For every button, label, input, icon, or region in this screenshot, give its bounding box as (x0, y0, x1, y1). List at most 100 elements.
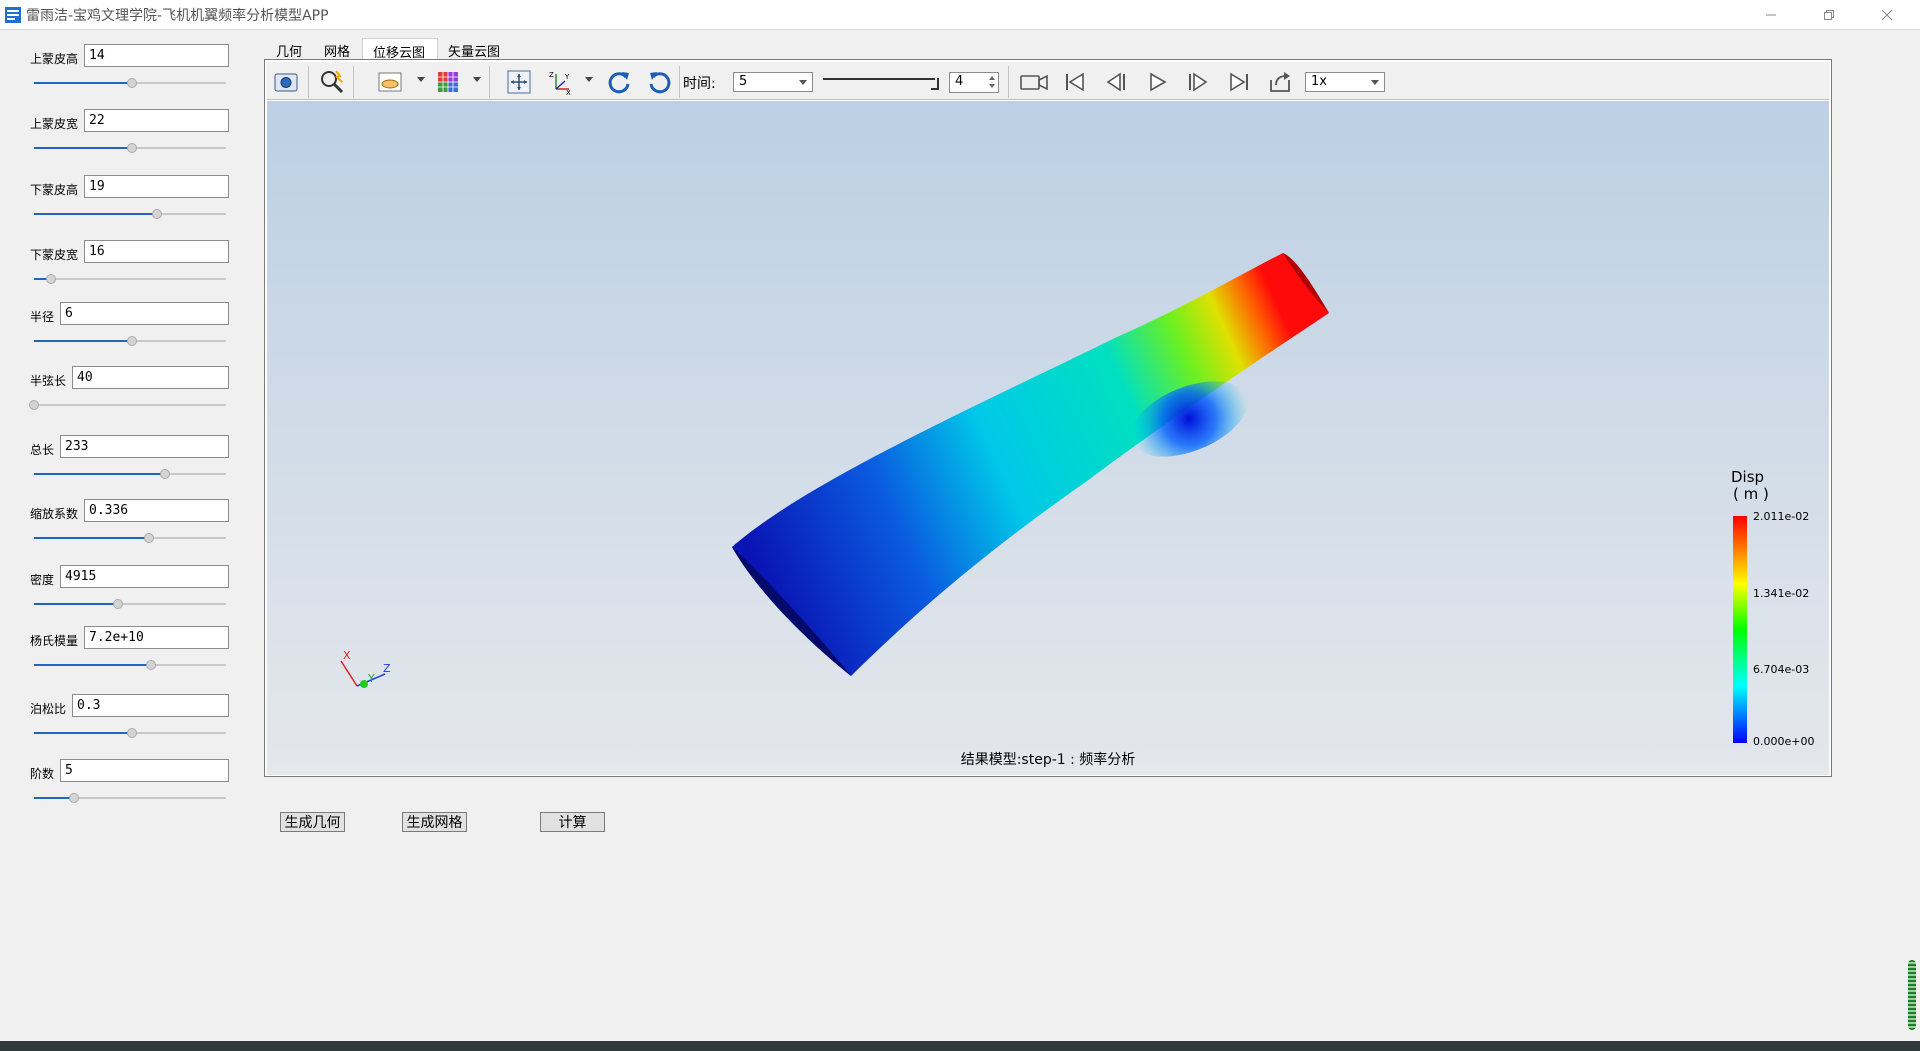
svg-text:Y: Y (564, 73, 570, 81)
rotate-ccw-button[interactable] (645, 67, 675, 97)
wing-contour-model (732, 253, 1329, 676)
slider-thumb[interactable] (151, 209, 162, 219)
param-slider[interactable] (34, 273, 226, 285)
param-input[interactable] (84, 44, 229, 67)
slider-thumb[interactable] (126, 143, 137, 153)
param-label: 泊松比 (30, 702, 67, 716)
axes-icon: Z Y X (549, 71, 571, 95)
chevron-down-icon[interactable] (473, 77, 481, 82)
tab-vector-contour[interactable]: 矢量云图 (438, 38, 512, 60)
play-button[interactable] (1142, 67, 1172, 97)
param-slider[interactable] (34, 727, 226, 739)
param-slider[interactable] (34, 335, 226, 347)
time-select[interactable]: 5 (733, 72, 813, 92)
frame-spinbox-value: 4 (955, 74, 964, 89)
param-density: 密度 (0, 565, 240, 615)
param-input[interactable] (60, 565, 229, 588)
param-input[interactable] (84, 499, 229, 522)
legend-tick: 6.704e-03 (1753, 663, 1810, 676)
slider-thumb[interactable] (159, 469, 170, 479)
param-youngs-modulus: 杨氏模量 (0, 626, 240, 676)
param-slider[interactable] (34, 77, 226, 89)
compute-button[interactable]: 计算 (540, 812, 605, 832)
fit-view-button[interactable] (504, 67, 534, 97)
camera-icon (274, 73, 298, 92)
spin-up-icon[interactable] (989, 76, 995, 80)
minimize-icon (1766, 14, 1776, 16)
spin-down-icon[interactable] (989, 84, 995, 88)
rotate-cw-icon (608, 72, 630, 94)
prev-frame-button[interactable] (1101, 67, 1131, 97)
axis-triad-icon: X Y Z (340, 649, 391, 688)
param-label: 杨氏模量 (30, 634, 79, 648)
svg-text:Z: Z (549, 71, 554, 79)
next-frame-icon (1189, 72, 1208, 92)
record-button[interactable] (1019, 67, 1049, 97)
generate-geometry-button[interactable]: 生成几何 (280, 812, 345, 832)
param-slider[interactable] (34, 532, 226, 544)
param-input[interactable] (84, 175, 229, 198)
tab-geometry[interactable]: 几何 (266, 38, 314, 60)
window-title: 雷雨洁-宝鸡文理学院-飞机机翼频率分析模型APP (26, 8, 329, 24)
chevron-down-icon[interactable] (585, 77, 593, 82)
export-button[interactable] (1265, 67, 1295, 97)
slider-thumb[interactable] (126, 728, 137, 738)
slider-thumb[interactable] (29, 400, 39, 410)
param-input[interactable] (84, 626, 229, 649)
legend-unit: ( m ) (1733, 485, 1769, 503)
restore-button[interactable] (1806, 0, 1852, 30)
speed-select[interactable]: 1x (1305, 72, 1385, 92)
slider-thumb[interactable] (126, 78, 137, 88)
param-slider[interactable] (34, 142, 226, 154)
axes-button[interactable]: Z Y X (545, 67, 575, 97)
param-slider[interactable] (34, 208, 226, 220)
export-icon (1270, 72, 1290, 92)
param-slider[interactable] (34, 598, 226, 610)
svg-text:X: X (566, 89, 571, 95)
param-slider[interactable] (29, 399, 226, 411)
tab-mesh[interactable]: 网格 (314, 38, 362, 60)
slider-thumb[interactable] (126, 336, 137, 346)
generate-mesh-button[interactable]: 生成网格 (402, 812, 467, 832)
slider-thumb[interactable] (113, 599, 124, 609)
param-label: 上蒙皮高 (30, 52, 79, 66)
slider-thumb[interactable] (46, 274, 57, 284)
param-input[interactable] (84, 109, 229, 132)
title-bar: 雷雨洁-宝鸡文理学院-飞机机翼频率分析模型APP (0, 0, 1920, 30)
color-map-button[interactable] (433, 67, 463, 97)
param-input[interactable] (72, 366, 229, 389)
param-input[interactable] (60, 302, 229, 325)
slider-thumb[interactable] (146, 660, 157, 670)
slider-thumb[interactable] (144, 533, 155, 543)
screenshot-button[interactable] (271, 67, 301, 97)
rotate-cw-button[interactable] (604, 67, 634, 97)
chevron-down-icon (1371, 80, 1379, 85)
prev-frame-icon (1106, 72, 1125, 92)
minimize-button[interactable] (1748, 0, 1794, 30)
param-input[interactable] (84, 240, 229, 263)
zoom-button[interactable] (317, 67, 347, 97)
surface-mode-button[interactable] (375, 67, 405, 97)
speed-select-value: 1x (1311, 74, 1327, 89)
taskbar-strip (0, 1041, 1920, 1051)
param-slider[interactable] (34, 659, 226, 671)
param-input[interactable] (72, 694, 229, 717)
tab-displacement-contour[interactable]: 位移云图 (362, 38, 439, 61)
param-radius: 半径 (0, 302, 240, 352)
scroll-grip[interactable] (1908, 960, 1916, 1030)
param-label: 半径 (30, 310, 55, 324)
first-frame-button[interactable] (1060, 67, 1090, 97)
next-frame-button[interactable] (1183, 67, 1213, 97)
3d-viewport[interactable]: X Y Z Disp ( m ) 2.011e-02 1.341e-02 6.7… (267, 101, 1829, 775)
param-slider[interactable] (34, 792, 226, 804)
close-button[interactable] (1864, 0, 1910, 30)
param-slider[interactable] (34, 468, 226, 480)
frame-slider[interactable] (823, 74, 939, 90)
slider-thumb[interactable] (69, 793, 80, 803)
chevron-down-icon[interactable] (417, 77, 425, 82)
legend-tick: 1.341e-02 (1753, 587, 1810, 600)
last-frame-button[interactable] (1224, 67, 1254, 97)
param-input[interactable] (60, 759, 229, 782)
frame-spinbox[interactable]: 4 (949, 72, 999, 93)
param-input[interactable] (60, 435, 229, 458)
